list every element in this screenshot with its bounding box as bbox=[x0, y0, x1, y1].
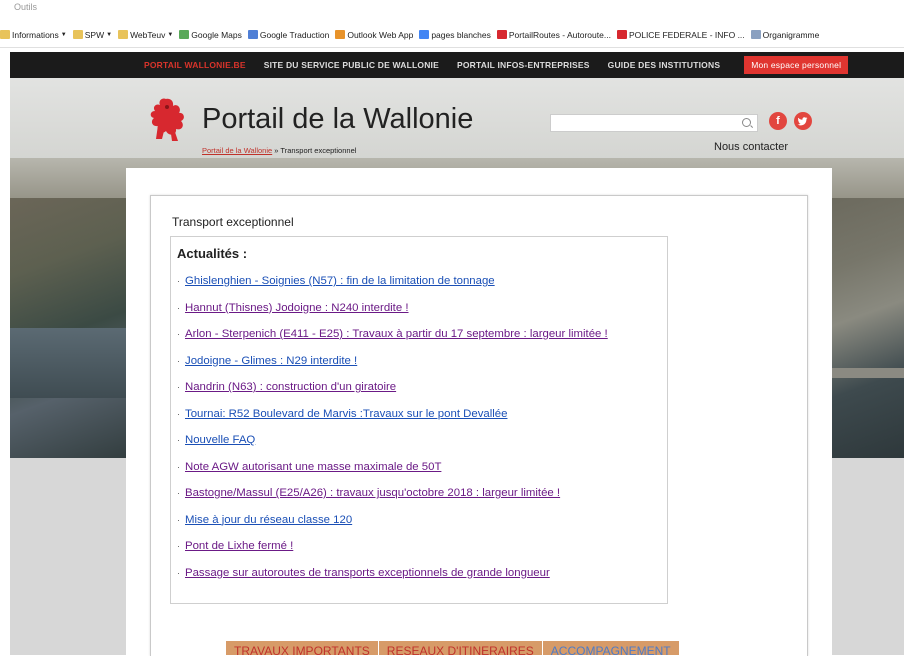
news-link[interactable]: Mise à jour du réseau classe 120 bbox=[185, 514, 352, 526]
bullet-icon: · bbox=[177, 461, 180, 472]
page-title: Transport exceptionnel bbox=[172, 215, 294, 229]
folder-icon bbox=[0, 30, 10, 39]
section-tabs: TRAVAUX IMPORTANTS RESEAUX D'ITINERAIRES… bbox=[226, 641, 680, 655]
news-link[interactable]: Nouvelle FAQ bbox=[185, 434, 255, 446]
bookmark-label: PortailRoutes - Autoroute... bbox=[508, 29, 611, 40]
search-icon[interactable] bbox=[742, 118, 751, 127]
folder-icon bbox=[118, 30, 129, 39]
bookmark-2[interactable]: SPW ▼ bbox=[72, 29, 113, 40]
bullet-icon: · bbox=[177, 541, 180, 551]
portail-icon bbox=[496, 30, 507, 39]
bullet-icon: · bbox=[177, 355, 180, 366]
bullet-icon: · bbox=[177, 408, 180, 419]
breadcrumb-home-link[interactable]: Portail de la Wallonie bbox=[202, 146, 272, 155]
bookmark-9[interactable]: POLICE FEDERALE - INFO ... bbox=[616, 29, 745, 40]
chevron-down-icon: ▼ bbox=[106, 31, 113, 38]
news-link[interactable]: Nandrin (N63) : construction d'un girato… bbox=[185, 381, 396, 393]
chevron-down-icon: ▼ bbox=[60, 31, 67, 38]
bookmark-4[interactable]: Google Maps bbox=[179, 30, 242, 40]
bookmark-5[interactable]: Google Traduction bbox=[247, 29, 330, 40]
nav-guide-institutions[interactable]: GUIDE DES INSTITUTIONS bbox=[608, 60, 721, 70]
tab-reseaux-itineraires[interactable]: RESEAUX D'ITINERAIRES bbox=[378, 641, 543, 655]
banner-right-town bbox=[830, 198, 904, 458]
bullet-icon: · bbox=[177, 329, 180, 339]
news-item: · Nouvelle FAQ bbox=[177, 434, 255, 446]
news-item: · Jodoigne - Glimes : N29 interdite ! bbox=[177, 355, 357, 367]
news-link[interactable]: Hannut (Thisnes) Jodoigne : N240 interdi… bbox=[185, 302, 409, 314]
news-link[interactable]: Pont de Lixhe fermé ! bbox=[185, 540, 293, 552]
chevron-down-icon: ▼ bbox=[167, 31, 174, 38]
news-link[interactable]: Jodoigne - Glimes : N29 interdite ! bbox=[185, 355, 357, 367]
bookmark-8[interactable]: PortailRoutes - Autoroute... bbox=[496, 29, 611, 40]
news-link[interactable]: Passage sur autoroutes de transports exc… bbox=[185, 567, 550, 579]
news-item: · Tournai: R52 Boulevard de Marvis :Trava… bbox=[177, 408, 507, 420]
outlook-icon bbox=[335, 30, 346, 39]
bullet-icon: · bbox=[177, 382, 180, 392]
bookmark-3[interactable]: WebTeuv ▼ bbox=[118, 30, 173, 40]
maps-icon bbox=[179, 30, 190, 39]
news-item: · Passage sur autoroutes de transports ex… bbox=[177, 567, 550, 579]
bookmark-7[interactable]: pages blanches bbox=[419, 30, 491, 40]
news-item: · Ghislenghien - Soignies (N57) : fin de … bbox=[177, 275, 495, 287]
bookmark-label: WebTeuv bbox=[130, 29, 166, 40]
news-item: · Bastogne/Massul (E25/A26) : travaux jus… bbox=[177, 487, 560, 499]
bookmark-label: SPW bbox=[84, 29, 105, 40]
nav-service-public[interactable]: SITE DU SERVICE PUBLIC DE WALLONIE bbox=[264, 60, 439, 70]
google-icon bbox=[419, 30, 430, 39]
browser-menu-bar: Outils bbox=[0, 0, 904, 22]
bookmark-label: Google Traduction bbox=[259, 29, 330, 40]
news-box: Actualités : · Ghislenghien - Soignies (N… bbox=[170, 236, 668, 604]
news-link[interactable]: Arlon - Sterpenich (E411 - E25) : Travau… bbox=[185, 328, 608, 340]
news-link[interactable]: Note AGW autorisant une masse maximale d… bbox=[185, 461, 441, 473]
news-item: · Pont de Lixhe fermé ! bbox=[177, 540, 293, 552]
bullet-icon: · bbox=[177, 435, 180, 445]
tools-menu[interactable]: Outils bbox=[14, 2, 37, 12]
twitter-icon[interactable] bbox=[794, 112, 812, 130]
bullet-icon: · bbox=[177, 514, 180, 525]
translate-icon bbox=[247, 30, 258, 39]
facebook-icon[interactable]: f bbox=[769, 112, 787, 130]
tab-accompagnement[interactable]: ACCOMPAGNEMENT bbox=[542, 641, 680, 655]
news-item: · Note AGW autorisant une masse maximale … bbox=[177, 461, 441, 473]
contact-link[interactable]: Nous contacter bbox=[714, 141, 788, 153]
twitter-bird-icon bbox=[797, 117, 808, 126]
news-heading: Actualités : bbox=[177, 246, 248, 261]
banner-bridge bbox=[830, 368, 904, 378]
search-box[interactable] bbox=[550, 114, 758, 132]
bookmark-label: Google Maps bbox=[191, 29, 242, 40]
bookmark-label: pages blanches bbox=[431, 29, 491, 40]
nav-infos-entreprises[interactable]: PORTAIL INFOS-ENTREPRISES bbox=[457, 60, 590, 70]
folder-icon bbox=[72, 30, 83, 39]
breadcrumb-current: Transport exceptionnel bbox=[280, 146, 357, 155]
police-icon bbox=[616, 30, 627, 39]
bullet-icon: · bbox=[177, 276, 180, 286]
bookmark-label: Outlook Web App bbox=[347, 29, 414, 40]
nav-portail-wallonie[interactable]: PORTAIL WALLONIE.BE bbox=[144, 60, 246, 70]
site-title[interactable]: Portail de la Wallonie bbox=[202, 103, 473, 136]
bookmark-label: Organigramme bbox=[762, 29, 820, 40]
wallonia-rooster-logo-icon[interactable] bbox=[144, 95, 188, 145]
breadcrumb: Portail de la Wallonie » Transport excep… bbox=[202, 146, 356, 155]
bullet-icon: · bbox=[177, 567, 180, 578]
news-item: · Arlon - Sterpenich (E411 - E25) : Trava… bbox=[177, 328, 608, 340]
bookmarks-bar: Informations ▼ SPW ▼ WebTeuv ▼ Google Maps Goog… bbox=[0, 22, 904, 48]
bullet-icon: · bbox=[177, 302, 180, 313]
top-navigation: PORTAIL WALLONIE.BE SITE DU SERVICE PUBL… bbox=[10, 52, 904, 78]
bookmark-label: Informations bbox=[12, 29, 59, 40]
news-link[interactable]: Ghislenghien - Soignies (N57) : fin de l… bbox=[185, 275, 495, 287]
news-item: · Hannut (Thisnes) Jodoigne : N240 interd… bbox=[177, 302, 409, 314]
bookmark-6[interactable]: Outlook Web App bbox=[335, 30, 413, 40]
news-item: · Mise à jour du réseau classe 120 bbox=[177, 514, 352, 526]
news-item: · Nandrin (N63) : construction d'un girat… bbox=[177, 381, 396, 393]
tab-travaux-importants[interactable]: TRAVAUX IMPORTANTS bbox=[226, 641, 379, 655]
page-icon bbox=[750, 30, 761, 39]
bookmark-10[interactable]: Organigramme bbox=[750, 29, 820, 40]
bookmark-1[interactable]: Informations ▼ bbox=[0, 30, 67, 40]
bookmark-label: POLICE FEDERALE - INFO ... bbox=[628, 29, 745, 40]
bullet-icon: · bbox=[177, 488, 180, 498]
personal-space-button[interactable]: Mon espace personnel bbox=[744, 56, 849, 74]
news-link[interactable]: Tournai: R52 Boulevard de Marvis :Travau… bbox=[185, 408, 507, 420]
news-link[interactable]: Bastogne/Massul (E25/A26) : travaux jusq… bbox=[185, 487, 560, 499]
